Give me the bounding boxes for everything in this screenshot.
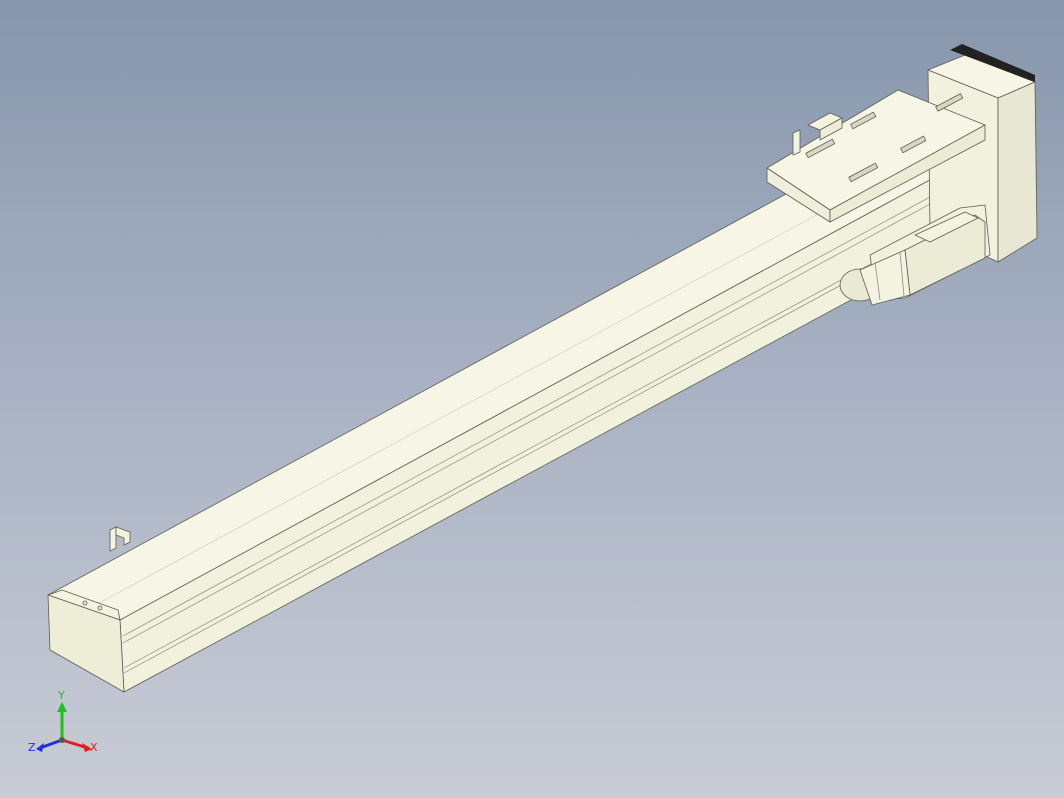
x-axis-label: X xyxy=(90,741,98,754)
cad-viewport[interactable]: Y X Z xyxy=(0,0,1064,798)
triad-origin xyxy=(59,737,65,743)
y-axis-arrow xyxy=(57,702,67,712)
z-axis-label: Z xyxy=(28,741,36,754)
endcap-screw-1 xyxy=(82,600,88,606)
endcap-screw-2 xyxy=(97,605,103,611)
rail-side-face xyxy=(119,149,991,693)
linear-actuator-model[interactable] xyxy=(47,44,1038,693)
z-axis-arrow xyxy=(36,743,44,752)
rail-groove-2 xyxy=(122,172,988,644)
right-block-side xyxy=(997,81,1038,263)
rail-groove-1 xyxy=(122,165,988,637)
axis-triad[interactable]: Y X Z xyxy=(28,689,98,754)
sensor-bracket-left xyxy=(109,526,131,552)
model-view[interactable]: Y X Z xyxy=(0,0,1064,798)
y-axis-label: Y xyxy=(57,689,65,702)
